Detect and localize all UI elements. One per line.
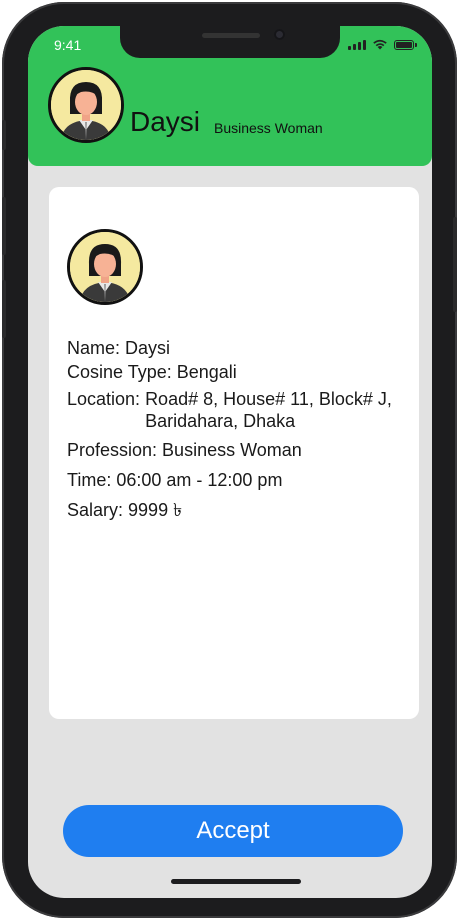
details-card: Name: Daysi Cosine Type: Bengali Locatio… xyxy=(49,187,419,719)
volume-down-button xyxy=(2,280,6,338)
detail-row-cuisine: Cosine Type: Bengali xyxy=(67,361,412,383)
signal-icon xyxy=(348,40,366,50)
detail-row-salary: Salary: 9999 ৳ xyxy=(67,499,412,521)
detail-key: Salary: xyxy=(67,500,124,520)
detail-value: Daysi xyxy=(125,338,171,358)
header-role: Business Woman xyxy=(214,120,323,136)
detail-value: Bengali xyxy=(176,362,237,382)
detail-key: Time: xyxy=(67,470,112,490)
detail-value: Business Woman xyxy=(162,440,302,460)
detail-key: Cosine Type: xyxy=(67,362,172,382)
header-name: Daysi xyxy=(130,106,201,137)
power-button xyxy=(453,217,457,312)
detail-row-profession: Profession: Business Woman xyxy=(67,439,412,461)
detail-value: 06:00 am - 12:00 pm xyxy=(116,470,283,490)
front-camera xyxy=(274,29,285,40)
detail-value: 9999 ৳ xyxy=(128,500,183,520)
woman-avatar-icon xyxy=(48,67,124,143)
detail-row-name: Name: Daysi xyxy=(67,337,412,359)
notch xyxy=(120,26,340,58)
details-list: Name: Daysi Cosine Type: Bengali Locatio… xyxy=(67,337,412,521)
wifi-icon xyxy=(373,39,387,50)
detail-key: Name: xyxy=(67,338,121,358)
speaker-grille xyxy=(202,33,260,38)
detail-key: Location: xyxy=(67,389,141,409)
detail-row-location: Location: Road# 8, House# 11, Block# J, … xyxy=(67,388,412,432)
detail-key: Profession: xyxy=(67,440,158,460)
phone-frame: Daysi Business Woman 9:41 Name: Daysi Co… xyxy=(2,2,457,918)
battery-icon xyxy=(394,40,417,50)
screen: Daysi Business Woman 9:41 Name: Daysi Co… xyxy=(28,26,432,898)
status-time: 9:41 xyxy=(54,37,82,53)
accept-button[interactable]: Accept xyxy=(63,805,403,857)
mute-switch xyxy=(2,120,6,150)
woman-avatar-icon xyxy=(67,229,143,305)
volume-up-button xyxy=(2,197,6,255)
detail-value: Road# 8, House# 11, Block# J, Baridahara… xyxy=(145,389,392,431)
home-indicator[interactable] xyxy=(171,879,301,884)
detail-row-time: Time: 06:00 am - 12:00 pm xyxy=(67,469,412,491)
